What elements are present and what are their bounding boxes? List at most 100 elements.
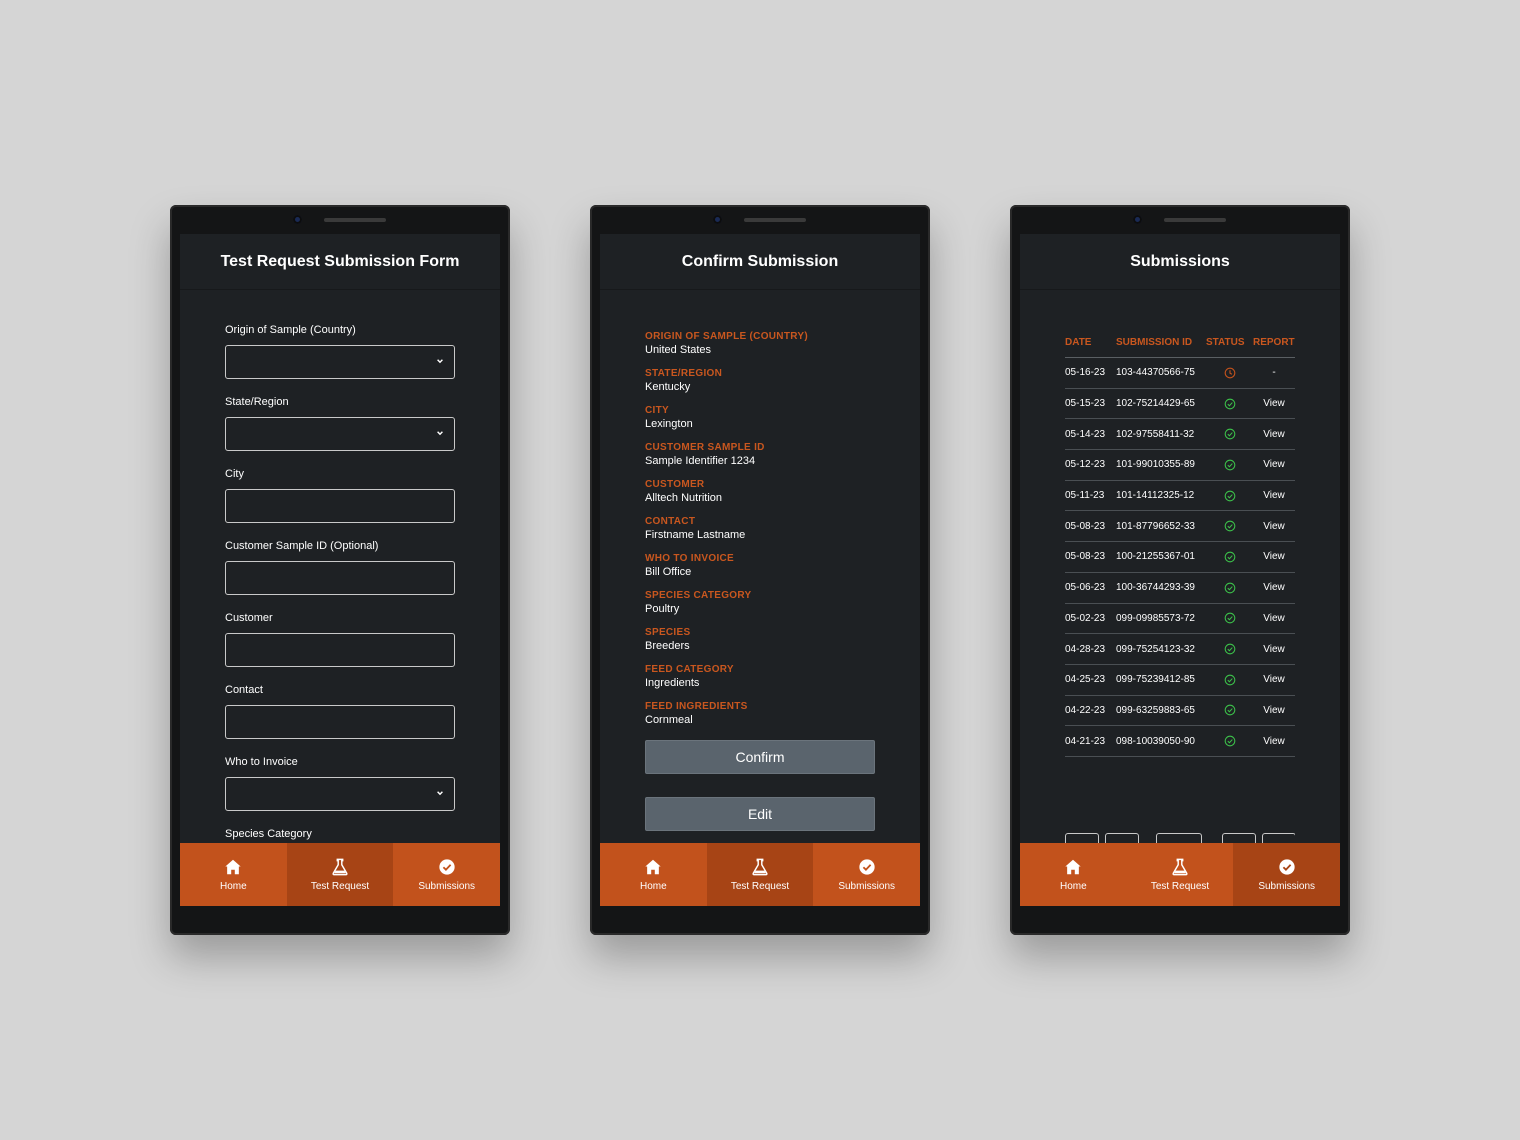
view-report-link[interactable]: View	[1253, 633, 1295, 665]
select-field[interactable]	[225, 345, 455, 379]
confirm-item: Customer Sample ID Sample Identifier 1234	[645, 442, 875, 479]
confirm-item-label: Feed Ingredients	[645, 701, 748, 712]
tab-submissions[interactable]: Submissions	[393, 843, 500, 906]
page-title: Confirm Submission	[600, 234, 920, 290]
row-status	[1206, 418, 1253, 451]
row-date: 05-08-23	[1065, 541, 1116, 573]
tab-test-request[interactable]: Test Request	[1127, 843, 1234, 906]
row-date: 05-08-23	[1065, 510, 1116, 543]
row-submission-id: 100-36744293-39	[1116, 572, 1206, 604]
row-submission-id: 101-99010355-89	[1116, 449, 1206, 481]
confirm-item: Who to Invoice Bill Office	[645, 553, 875, 590]
last-page-button[interactable]: >>	[1262, 833, 1295, 843]
row-submission-id: 098-10039050-90	[1116, 725, 1206, 757]
pending-clock-icon	[1224, 367, 1235, 379]
table-row: 05-06-23 100-36744293-39 View	[1065, 572, 1295, 604]
row-status	[1206, 357, 1253, 389]
speaker	[1164, 218, 1226, 222]
view-report-link[interactable]: View	[1253, 603, 1295, 635]
row-submission-id: 099-09985573-72	[1116, 603, 1206, 635]
tab-submissions-label: Submissions	[1258, 880, 1316, 892]
prev-page-button[interactable]: <	[1105, 833, 1139, 843]
tab-home[interactable]: Home	[180, 843, 287, 906]
row-status	[1206, 510, 1253, 543]
row-submission-id: 101-14112325-12	[1116, 480, 1206, 512]
next-page-button[interactable]: >	[1222, 833, 1256, 843]
tab-test-request[interactable]: Test Request	[706, 843, 814, 906]
tab-home-label: Home	[1059, 880, 1087, 892]
row-date: 05-16-23	[1065, 357, 1116, 389]
select-field[interactable]	[225, 417, 455, 451]
confirm-item-label: Species Category	[645, 590, 752, 601]
field-label: Customer	[225, 612, 273, 624]
confirm-item-label: Origin of Sample (Country)	[645, 331, 808, 342]
page-select[interactable]: 1	[1156, 833, 1202, 843]
table-row: 05-12-23 101-99010355-89 View	[1065, 449, 1295, 481]
check-circle-icon	[1224, 398, 1235, 409]
tab-home[interactable]: Home	[1020, 843, 1127, 906]
view-report-link[interactable]: View	[1253, 510, 1295, 543]
confirm-item-value: Poultry	[645, 603, 680, 615]
check-circle-icon	[1224, 520, 1235, 532]
screen-confirm: Confirm Submission Origin of Sample (Cou…	[600, 234, 920, 906]
row-submission-id: 102-75214429-65	[1116, 388, 1206, 420]
tab-bar: Home Test Request Submissions	[180, 843, 500, 906]
view-report-link[interactable]: View	[1253, 725, 1295, 757]
tab-submissions-label: Submissions	[838, 880, 896, 892]
report-empty: -	[1253, 357, 1295, 389]
view-report-link[interactable]: View	[1253, 541, 1295, 573]
confirm-item-value: Ingredients	[645, 677, 700, 689]
tab-home[interactable]: Home	[600, 843, 707, 906]
field-label: Who to Invoice	[225, 756, 298, 768]
text-field[interactable]	[225, 489, 455, 523]
row-date: 05-14-23	[1065, 418, 1116, 451]
view-report-link[interactable]: View	[1253, 418, 1295, 451]
row-status	[1206, 725, 1253, 757]
phone-form: Test Request Submission Form Origin of S…	[170, 205, 510, 935]
row-submission-id: 099-75254123-32	[1116, 633, 1206, 665]
check-circle-icon	[1224, 735, 1235, 747]
select-field[interactable]	[225, 777, 455, 811]
confirm-button[interactable]: Confirm	[645, 740, 875, 774]
tab-submissions-label: Submissions	[418, 880, 476, 892]
row-status	[1206, 603, 1253, 635]
home-icon	[1065, 859, 1081, 874]
row-date: 05-06-23	[1065, 572, 1116, 604]
col-status: STATUS	[1206, 327, 1253, 358]
camera	[293, 215, 302, 224]
row-status	[1206, 572, 1253, 604]
field-label: Species Category	[225, 828, 312, 840]
row-submission-id: 101-87796652-33	[1116, 510, 1206, 543]
camera	[713, 215, 722, 224]
field-label: City	[225, 468, 244, 480]
view-report-link[interactable]: View	[1253, 388, 1295, 420]
text-field[interactable]	[225, 633, 455, 667]
edit-button[interactable]: Edit	[645, 797, 875, 831]
check-circle-icon	[1224, 674, 1235, 686]
view-report-link[interactable]: View	[1253, 664, 1295, 696]
row-date: 05-15-23	[1065, 388, 1116, 420]
tab-test-request-label: Test Request	[730, 880, 790, 892]
tab-submissions[interactable]: Submissions	[813, 843, 920, 906]
submissions-content: DATE SUBMISSION ID STATUS REPORT 05-16-2…	[1065, 327, 1295, 843]
tab-test-request[interactable]: Test Request	[286, 843, 394, 906]
confirm-item-label: City	[645, 405, 669, 416]
row-status	[1206, 695, 1253, 727]
check-circle-icon	[1224, 613, 1235, 624]
page-title: Test Request Submission Form	[180, 234, 500, 290]
row-status	[1206, 388, 1253, 420]
confirm-item: City Lexington	[645, 405, 875, 442]
table-row: 05-11-23 101-14112325-12 View	[1065, 480, 1295, 512]
confirm-item-label: Customer	[645, 479, 705, 490]
first-page-button[interactable]: <<	[1065, 833, 1099, 843]
table-row: 05-08-23 101-87796652-33 View	[1065, 510, 1295, 543]
view-report-link[interactable]: View	[1253, 480, 1295, 512]
text-field[interactable]	[225, 705, 455, 739]
view-report-link[interactable]: View	[1253, 695, 1295, 727]
view-report-link[interactable]: View	[1253, 449, 1295, 481]
confirm-item: Contact Firstname Lastname	[645, 516, 875, 553]
confirm-list: Origin of Sample (Country) United States S…	[645, 331, 875, 740]
tab-submissions[interactable]: Submissions	[1233, 843, 1340, 906]
view-report-link[interactable]: View	[1253, 572, 1295, 604]
text-field[interactable]	[225, 561, 455, 595]
